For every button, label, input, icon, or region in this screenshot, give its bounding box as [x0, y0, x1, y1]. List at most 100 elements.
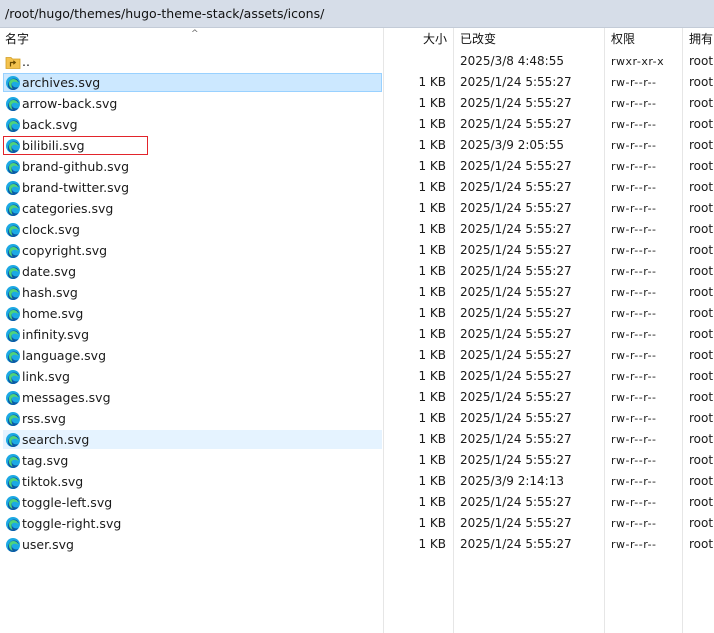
- file-row[interactable]: bilibili.svg 1 KB 2025/3/9 2:05:55 rw-r--r-…: [0, 135, 714, 156]
- file-name: arrow-back.svg: [22, 96, 118, 111]
- file-size: 1 KB: [418, 264, 446, 278]
- edge-file-icon: [6, 160, 20, 174]
- file-name: hash.svg: [22, 285, 78, 300]
- file-permissions: rw-r--r--: [611, 118, 657, 131]
- file-name: archives.svg: [22, 75, 101, 90]
- file-row[interactable]: toggle-left.svg 1 KB 2025/1/24 5:55:27 rw-r…: [0, 492, 714, 513]
- column-modified-header[interactable]: 已改变: [453, 28, 604, 51]
- file-row[interactable]: arrow-back.svg 1 KB 2025/1/24 5:55:27 rw-r-…: [0, 93, 714, 114]
- file-permissions: rw-r--r--: [611, 496, 657, 509]
- file-row[interactable]: tiktok.svg 1 KB 2025/3/9 2:14:13 rw-r--r-- r…: [0, 471, 714, 492]
- edge-file-icon: [6, 307, 20, 321]
- edge-file-icon: [6, 223, 20, 237]
- file-permissions: rw-r--r--: [611, 328, 657, 341]
- file-row[interactable]: clock.svg 1 KB 2025/1/24 5:55:27 rw-r--r-- r…: [0, 219, 714, 240]
- edge-file-icon: [6, 349, 20, 363]
- edge-file-icon: [6, 202, 20, 216]
- file-row[interactable]: infinity.svg 1 KB 2025/1/24 5:55:27 rw-r--r…: [0, 324, 714, 345]
- file-owner: root: [689, 180, 714, 194]
- file-row[interactable]: toggle-right.svg 1 KB 2025/1/24 5:55:27 rw-…: [0, 513, 714, 534]
- file-size: 1 KB: [418, 474, 446, 488]
- file-row[interactable]: back.svg 1 KB 2025/1/24 5:55:27 rw-r--r-- ro…: [0, 114, 714, 135]
- file-modified: 2025/1/24 5:55:27: [460, 516, 572, 530]
- file-name: brand-twitter.svg: [22, 180, 130, 195]
- column-name-header[interactable]: 名字 ^: [5, 28, 385, 51]
- file-owner: root: [689, 390, 714, 404]
- file-name: tiktok.svg: [22, 474, 84, 489]
- file-name: back.svg: [22, 117, 78, 132]
- file-size: [385, 51, 446, 72]
- file-row[interactable]: categories.svg 1 KB 2025/1/24 5:55:27 rw-r-…: [0, 198, 714, 219]
- file-permissions: rw-r--r--: [611, 244, 657, 257]
- file-row[interactable]: user.svg 1 KB 2025/1/24 5:55:27 rw-r--r-- ro…: [0, 534, 714, 555]
- file-owner: root: [689, 201, 714, 215]
- file-owner: root: [689, 411, 714, 425]
- file-permissions: rw-r--r--: [611, 307, 657, 320]
- file-size: 1 KB: [418, 138, 446, 152]
- current-path: /root/hugo/themes/hugo-theme-stack/asset…: [5, 6, 325, 21]
- file-row[interactable]: rss.svg 1 KB 2025/1/24 5:55:27 rw-r--r-- roo…: [0, 408, 714, 429]
- file-row[interactable]: link.svg 1 KB 2025/1/24 5:55:27 rw-r--r-- ro…: [0, 366, 714, 387]
- file-row[interactable]: tag.svg 1 KB 2025/1/24 5:55:27 rw-r--r-- roo…: [0, 450, 714, 471]
- file-row[interactable]: language.svg 1 KB 2025/1/24 5:55:27 rw-r--r…: [0, 345, 714, 366]
- file-permissions: rw-r--r--: [611, 97, 657, 110]
- file-modified: 2025/1/24 5:55:27: [460, 411, 572, 425]
- file-modified: 2025/1/24 5:55:27: [460, 75, 572, 89]
- file-permissions: rw-r--r--: [611, 391, 657, 404]
- edge-file-icon: [6, 181, 20, 195]
- file-permissions: rw-r--r--: [611, 349, 657, 362]
- file-owner: root: [689, 495, 714, 509]
- sort-ascending-icon: ^: [191, 29, 199, 39]
- file-modified: 2025/1/24 5:55:27: [460, 432, 572, 446]
- file-owner: root: [689, 96, 714, 110]
- file-row[interactable]: home.svg 1 KB 2025/1/24 5:55:27 rw-r--r-- ro…: [0, 303, 714, 324]
- file-modified: 2025/1/24 5:55:27: [460, 180, 572, 194]
- file-row[interactable]: search.svg 1 KB 2025/1/24 5:55:27 rw-r--r--…: [0, 429, 714, 450]
- file-modified: 2025/1/24 5:55:27: [460, 306, 572, 320]
- file-name: copyright.svg: [22, 243, 108, 258]
- file-owner: root: [689, 453, 714, 467]
- parent-directory-row[interactable]: .. 2025/3/8 4:48:55 rwxr-xr-x root: [0, 51, 714, 72]
- file-owner: root: [689, 432, 714, 446]
- file-permissions: rw-r--r--: [611, 538, 657, 551]
- file-modified: 2025/1/24 5:55:27: [460, 453, 572, 467]
- file-row[interactable]: date.svg 1 KB 2025/1/24 5:55:27 rw-r--r-- ro…: [0, 261, 714, 282]
- edge-file-icon: [6, 118, 20, 132]
- column-perms-header[interactable]: 权限: [604, 28, 682, 51]
- file-modified: 2025/1/24 5:55:27: [460, 390, 572, 404]
- file-modified: 2025/1/24 5:55:27: [460, 264, 572, 278]
- file-permissions: rw-r--r--: [611, 181, 657, 194]
- file-modified: 2025/3/8 4:48:55: [460, 54, 564, 68]
- edge-file-icon: [6, 454, 20, 468]
- file-name: date.svg: [22, 264, 77, 279]
- file-owner: root: [689, 54, 714, 68]
- file-name: rss.svg: [22, 411, 66, 426]
- file-owner: root: [689, 264, 714, 278]
- column-size-header[interactable]: 大小: [383, 28, 453, 51]
- file-size: 1 KB: [418, 201, 446, 215]
- file-row[interactable]: brand-twitter.svg 1 KB 2025/1/24 5:55:27 rw…: [0, 177, 714, 198]
- file-owner: root: [689, 369, 714, 383]
- file-row[interactable]: messages.svg 1 KB 2025/1/24 5:55:27 rw-r--r…: [0, 387, 714, 408]
- file-row[interactable]: hash.svg 1 KB 2025/1/24 5:55:27 rw-r--r-- ro…: [0, 282, 714, 303]
- file-permissions: rw-r--r--: [611, 223, 657, 236]
- file-owner: root: [689, 348, 714, 362]
- file-modified: 2025/1/24 5:55:27: [460, 117, 572, 131]
- file-owner: root: [689, 327, 714, 341]
- file-size: 1 KB: [418, 117, 446, 131]
- edge-file-icon: [6, 370, 20, 384]
- file-name: user.svg: [22, 537, 74, 552]
- file-owner: root: [689, 117, 714, 131]
- file-name: language.svg: [22, 348, 107, 363]
- file-modified: 2025/1/24 5:55:27: [460, 327, 572, 341]
- file-owner: root: [689, 138, 714, 152]
- column-owner-header[interactable]: 拥有: [682, 28, 714, 51]
- file-row[interactable]: archives.svg 1 KB 2025/1/24 5:55:27 rw-r--r…: [0, 72, 714, 93]
- path-bar[interactable]: /root/hugo/themes/hugo-theme-stack/asset…: [0, 0, 714, 28]
- file-size: 1 KB: [418, 537, 446, 551]
- column-header: 名字 ^ 大小 已改变 权限 拥有: [0, 28, 714, 51]
- file-row[interactable]: brand-github.svg 1 KB 2025/1/24 5:55:27 rw-…: [0, 156, 714, 177]
- file-name: toggle-right.svg: [22, 516, 122, 531]
- file-row[interactable]: copyright.svg 1 KB 2025/1/24 5:55:27 rw-r--…: [0, 240, 714, 261]
- file-modified: 2025/3/9 2:05:55: [460, 138, 564, 152]
